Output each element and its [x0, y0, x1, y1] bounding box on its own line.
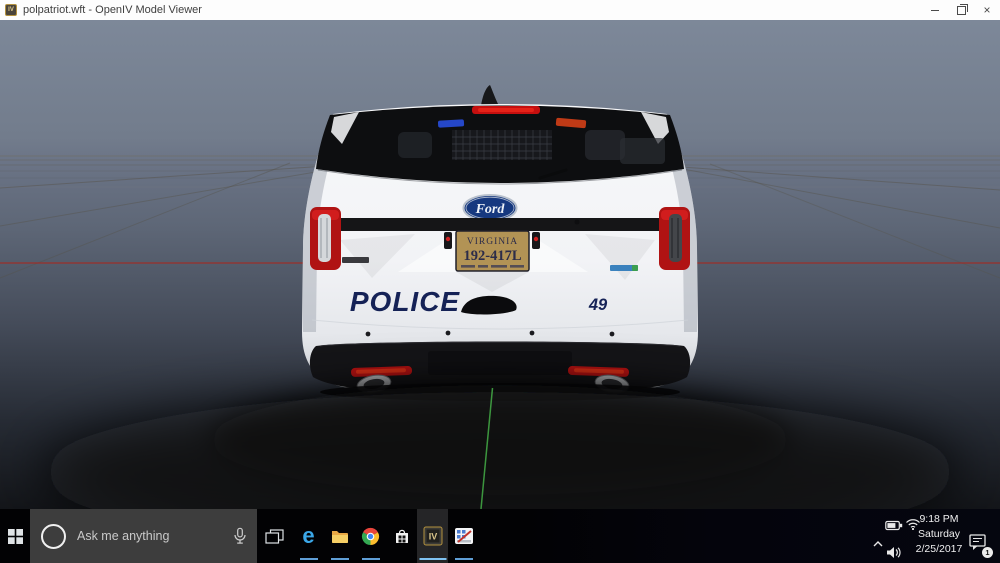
minimize-icon	[931, 10, 939, 11]
windows-logo-icon	[8, 529, 23, 544]
roof-antenna	[481, 85, 499, 106]
running-indicator	[300, 558, 318, 560]
close-button[interactable]: ×	[974, 0, 1000, 20]
model-tool-icon	[454, 526, 474, 546]
volume-status[interactable]	[886, 546, 902, 562]
task-view-icon	[265, 529, 284, 544]
file-explorer-icon	[330, 526, 350, 546]
action-center-button[interactable]: 1	[969, 534, 988, 554]
vehicle-shadow	[40, 385, 960, 509]
openiv-icon: IV	[423, 526, 443, 546]
chrome-icon	[361, 527, 380, 546]
notification-badge: 1	[982, 547, 993, 558]
start-button[interactable]	[0, 509, 30, 563]
svg-text:192-417L: 192-417L	[464, 248, 522, 264]
chevron-up-icon	[871, 539, 885, 549]
taskbar-app-edge[interactable]: e	[293, 509, 324, 563]
tray-overflow-chevron[interactable]	[871, 537, 885, 552]
search-box[interactable]: Ask me anything	[30, 509, 257, 563]
taskbar-app-openiv[interactable]: IV	[417, 509, 448, 563]
police-livery-text: POLICE	[350, 286, 461, 317]
search-placeholder: Ask me anything	[77, 529, 169, 543]
svg-text:VIRGINIA: VIRGINIA	[467, 237, 518, 247]
window-title: polpatriot.wft - OpenIV Model Viewer	[23, 4, 202, 16]
interior-blue-light	[438, 119, 464, 127]
taskbar-app-chrome[interactable]	[355, 509, 386, 563]
edge-icon: e	[302, 523, 314, 549]
cortana-icon	[41, 524, 66, 549]
running-indicator	[455, 558, 473, 560]
active-indicator	[419, 558, 446, 561]
taskbar-app-store[interactable]	[386, 509, 417, 563]
tray-date: 2/25/2017	[910, 542, 968, 557]
taskbar: Ask me anything e	[0, 509, 1000, 563]
store-icon	[392, 526, 412, 546]
left-taillight	[310, 207, 341, 270]
running-indicator	[331, 558, 349, 560]
tailgate-trim	[340, 218, 660, 231]
svg-text:Ford: Ford	[475, 202, 506, 217]
battery-status[interactable]	[885, 519, 903, 534]
license-plate: VIRGINIA 192-417L	[456, 231, 529, 271]
partition-cage	[452, 130, 552, 160]
svg-text:IV: IV	[428, 532, 437, 542]
microphone-icon[interactable]	[234, 528, 246, 545]
taskbar-app-file-explorer[interactable]	[324, 509, 355, 563]
speaker-icon	[886, 546, 902, 559]
model-render: Ford	[0, 20, 1000, 509]
battery-icon	[885, 520, 903, 531]
tray-time: 9:18 PM	[910, 512, 968, 527]
system-tray: 9:18 PM Saturday 2/25/2017 1	[865, 509, 1000, 563]
task-view-button[interactable]	[257, 509, 291, 563]
desktop-screen: IV polpatriot.wft - OpenIV Model Viewer …	[0, 0, 1000, 563]
restore-button[interactable]	[948, 0, 974, 20]
window-titlebar[interactable]: IV polpatriot.wft - OpenIV Model Viewer …	[0, 0, 1000, 20]
openiv-app-icon: IV	[5, 4, 17, 16]
clock[interactable]: 9:18 PM Saturday 2/25/2017	[910, 512, 968, 557]
left-model-badge	[342, 257, 369, 263]
taskbar-app-model-tool[interactable]	[448, 509, 479, 563]
ford-logo: Ford	[464, 195, 517, 221]
model-viewport[interactable]: Ford	[0, 20, 1000, 509]
running-indicator	[362, 558, 380, 560]
restore-icon	[957, 6, 966, 15]
taskbar-apps: e	[293, 509, 479, 563]
police-vehicle-model: Ford	[302, 85, 698, 401]
minimize-button[interactable]	[922, 0, 948, 20]
tray-day: Saturday	[910, 527, 968, 542]
unit-number: 49	[588, 296, 608, 314]
right-taillight	[659, 207, 690, 270]
